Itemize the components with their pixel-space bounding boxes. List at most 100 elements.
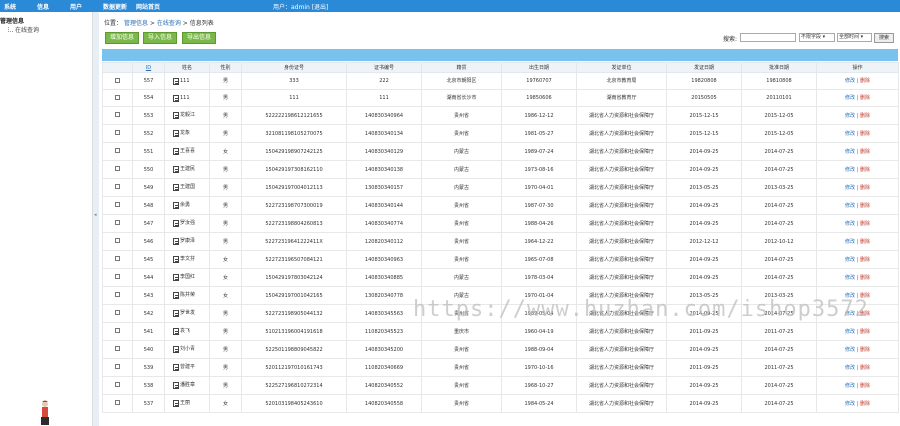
edit-link[interactable]: 修改	[845, 149, 855, 155]
edit-link[interactable]: 修改	[845, 347, 855, 353]
delete-link[interactable]: 删除	[860, 347, 870, 353]
row-checkbox[interactable]	[115, 148, 120, 153]
document-icon[interactable]	[173, 94, 179, 102]
header-id[interactable]: ID	[132, 62, 165, 73]
edit-link[interactable]: 修改	[845, 329, 855, 335]
document-icon[interactable]	[173, 364, 179, 371]
row-checkbox[interactable]	[115, 94, 120, 100]
row-checkbox[interactable]	[115, 364, 120, 369]
delete-link[interactable]: 删除	[860, 239, 870, 245]
document-icon[interactable]	[173, 202, 179, 209]
document-icon[interactable]	[173, 184, 179, 191]
document-icon[interactable]	[173, 148, 179, 155]
search-button[interactable]: 搜索	[874, 33, 894, 43]
row-checkbox[interactable]	[115, 238, 120, 243]
delete-link[interactable]: 删除	[860, 221, 870, 227]
row-checkbox[interactable]	[115, 184, 120, 189]
delete-link[interactable]: 删除	[860, 95, 870, 101]
action-separator: |	[856, 130, 859, 137]
edit-link[interactable]: 修改	[845, 203, 855, 209]
delete-link[interactable]: 删除	[860, 365, 870, 371]
delete-link[interactable]: 删除	[860, 275, 870, 281]
cell-name: 陈井荣	[164, 286, 210, 305]
cell-gender: 男	[209, 124, 242, 143]
edit-link[interactable]: 修改	[845, 185, 855, 191]
delete-link[interactable]: 删除	[860, 131, 870, 137]
document-icon[interactable]	[173, 77, 179, 85]
row-checkbox[interactable]	[115, 77, 120, 83]
row-checkbox[interactable]	[115, 382, 120, 387]
document-icon[interactable]	[173, 256, 179, 263]
add-button[interactable]: 增加信息	[105, 32, 140, 44]
row-checkbox[interactable]	[115, 346, 120, 351]
delete-link[interactable]: 删除	[860, 401, 870, 407]
document-icon[interactable]	[173, 130, 179, 137]
edit-link[interactable]: 修改	[845, 257, 855, 263]
edit-link[interactable]: 修改	[845, 221, 855, 227]
cell-name: 王建民	[164, 160, 210, 179]
export-button[interactable]: 导出信息	[182, 32, 217, 44]
breadcrumb-manage[interactable]: 管理信息	[124, 20, 148, 27]
cell-birth-date: 1978-03-04	[501, 268, 577, 287]
edit-link[interactable]: 修改	[845, 131, 855, 137]
document-icon[interactable]	[173, 238, 179, 245]
import-button[interactable]: 导入信息	[143, 32, 178, 44]
top-nav-item[interactable]: 数据更新	[103, 2, 136, 11]
row-checkbox[interactable]	[115, 292, 120, 297]
delete-link[interactable]: 删除	[860, 383, 870, 389]
edit-link[interactable]: 修改	[845, 95, 855, 101]
collapse-arrow-icon[interactable]: ◂	[94, 212, 97, 218]
row-checkbox[interactable]	[115, 202, 120, 207]
edit-link[interactable]: 修改	[845, 401, 855, 407]
row-checkbox[interactable]	[115, 274, 120, 279]
document-icon[interactable]	[173, 400, 179, 407]
delete-link[interactable]: 删除	[860, 329, 870, 335]
document-icon[interactable]	[173, 220, 179, 227]
document-icon[interactable]	[173, 346, 179, 353]
document-icon[interactable]	[173, 166, 179, 173]
cell-gender: 男	[209, 232, 242, 251]
time-select[interactable]: 全部时间 ▾	[837, 33, 872, 42]
top-nav-item[interactable]: 信息	[37, 2, 70, 11]
action-separator: |	[856, 220, 859, 227]
row-checkbox[interactable]	[115, 130, 120, 135]
delete-link[interactable]: 删除	[860, 149, 870, 155]
delete-link[interactable]: 删除	[860, 203, 870, 209]
document-icon[interactable]	[173, 112, 179, 119]
delete-link[interactable]: 删除	[860, 167, 870, 173]
edit-link[interactable]: 修改	[845, 78, 855, 84]
row-checkbox[interactable]	[115, 220, 120, 225]
row-checkbox[interactable]	[115, 112, 120, 117]
delete-link[interactable]: 删除	[860, 185, 870, 191]
edit-link[interactable]: 修改	[845, 365, 855, 371]
cell-actions: 修改 | 删除	[816, 394, 899, 413]
edit-link[interactable]: 修改	[845, 113, 855, 119]
breadcrumb-query[interactable]: 在线查询	[157, 20, 181, 27]
top-nav-item[interactable]: 系统	[4, 2, 37, 11]
user-status[interactable]: 用户：admin [退出]	[273, 2, 328, 11]
document-icon[interactable]	[173, 274, 179, 281]
edit-link[interactable]: 修改	[845, 167, 855, 173]
edit-link[interactable]: 修改	[845, 239, 855, 245]
info-table: ID 姓名 性别 身份证号 证书编号 籍贯 出生日期 发证单位 发证日期 批准日…	[102, 62, 899, 413]
document-icon[interactable]	[173, 310, 179, 317]
field-select[interactable]: 不限字段 ▾	[799, 33, 835, 42]
row-checkbox[interactable]	[115, 256, 120, 261]
document-icon[interactable]	[173, 382, 179, 389]
top-nav-item[interactable]: 用户	[70, 2, 103, 11]
document-icon[interactable]	[173, 292, 179, 299]
edit-link[interactable]: 修改	[845, 383, 855, 389]
row-checkbox[interactable]	[115, 400, 120, 405]
edit-link[interactable]: 修改	[845, 275, 855, 281]
delete-link[interactable]: 删除	[860, 257, 870, 263]
top-nav-item[interactable]: 网站首页	[136, 2, 169, 11]
cell-actions: 修改 | 删除	[816, 268, 899, 287]
sidebar-item-online-query[interactable]: 在线查询	[8, 25, 39, 34]
delete-link[interactable]: 删除	[860, 113, 870, 119]
delete-link[interactable]: 删除	[860, 78, 870, 84]
row-checkbox[interactable]	[115, 328, 120, 333]
row-checkbox[interactable]	[115, 166, 120, 171]
document-icon[interactable]	[173, 328, 179, 335]
row-checkbox[interactable]	[115, 310, 120, 315]
search-input[interactable]	[740, 33, 796, 42]
